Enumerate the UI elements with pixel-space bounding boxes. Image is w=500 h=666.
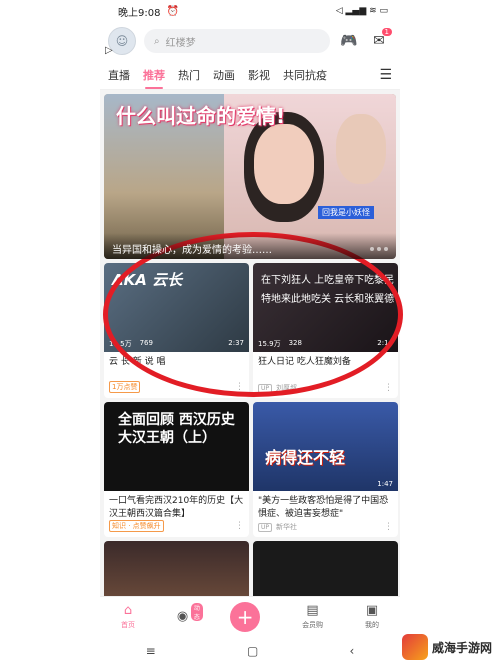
plus-icon: + [230,601,261,632]
activity-badge: 动态 [190,603,203,621]
tv-icon: ▣ [365,603,379,618]
video-thumbnail: 在下刘狂人 上吃皇帝下吃黎民 特地来此地吃关 云长和张翼德 15.9万 328 … [253,263,398,352]
tab-bar: 直播 推荐 热门 动画 影视 共同抗疫 ☰ [100,60,400,90]
video-meta: UP 刘厚叔 ⋮ [258,383,393,393]
tab-menu-icon[interactable]: ☰ [379,67,392,83]
watermark: 威海手游网 [401,634,492,660]
banner-overlay-title: 什么叫过命的爱情! [116,104,286,128]
more-icon[interactable]: ⋮ [235,382,244,392]
thumbnail-text: 全面回顾 西汉历史 大汉王朝（上） [118,412,235,446]
uploader-icon: UP [258,522,273,532]
phone-screen: 晚上9:08 ⏰ ◁ ▂▄▆ ≋ ▭ ☺ ▷ ⌕ 红楼梦 🎮 ✉ 1 直播 推荐 热… [100,0,400,666]
search-icon: ⌕ [154,35,160,47]
video-card[interactable]: 在下刘狂人 上吃皇帝下吃黎民 特地来此地吃关 云长和张翼德 15.9万 328 … [253,263,398,398]
shop-icon: ▤ [306,603,319,618]
banner-dots [370,247,388,251]
back-key-icon[interactable]: ‹ [350,644,355,658]
video-card[interactable] [253,541,398,601]
banner-face [254,124,314,204]
activity-icon: ◉ [176,609,189,624]
avatar[interactable]: ☺ ▷ [105,27,136,56]
nav-mine[interactable]: ▣ 我的 [365,603,379,630]
video-meta: 1万点赞 ⋮ [109,381,244,393]
tab-live[interactable]: 直播 [108,67,130,83]
video-stats: 11.5万 769 2:37 [109,339,244,349]
category-badge: 知识 · 点赞飙升 [109,520,164,532]
uploader-name[interactable]: 刘厚叔 [276,383,297,393]
game-controller-icon[interactable]: 🎮 [338,30,360,52]
video-stats: 15.9万 328 2:14 [258,339,393,349]
nav-shop-label: 会员购 [302,621,324,629]
video-card[interactable] [104,541,249,601]
video-grid: AKA 云长 11.5万 769 2:37 云 长 新 说 唱 1万点赞 ⋮ 在… [104,263,398,601]
thumbnail-text: 在下刘狂人 上吃皇帝下吃黎民 特地来此地吃关 云长和张翼德 [261,275,395,305]
banner-tag: 回我是小妖怪 [318,206,374,219]
bottom-nav: ⌂ 首页 ◉ 动态 + ▤ 会员购 ▣ 我的 [100,596,400,636]
video-thumbnail: AKA 云长 11.5万 769 2:37 [104,263,249,352]
video-meta: UP 新华社 ⋮ [258,522,393,532]
tab-anime[interactable]: 动画 [213,67,235,83]
nav-publish[interactable]: + [230,601,261,632]
danmaku-count: 328 [288,339,302,347]
video-title: "美方一些政客恐怕是得了中国恐惧症、被迫害妄想症" [258,496,389,519]
video-card[interactable]: 全面回顾 西汉历史 大汉王朝（上） 一口气看完西汉210年的历史【大汉王朝西汉篇… [104,402,249,537]
like-badge: 1万点赞 [109,381,141,393]
play-icon: ▷ [105,45,113,56]
banner[interactable]: 什么叫过命的爱情! 回我是小妖怪 当异国和操心，成为爱情的考验…… [104,94,396,259]
search-placeholder: 红楼梦 [165,37,196,49]
danmaku-count: 769 [139,339,153,347]
play-count: 11.5万 [109,340,132,348]
top-bar: ☺ ▷ ⌕ 红楼梦 🎮 ✉ 1 [100,22,400,60]
home-key-icon[interactable]: ▢ [247,644,258,658]
nav-home-label: 首页 [120,621,135,629]
uploader-name[interactable]: 新华社 [276,522,297,532]
video-thumbnail: 全面回顾 西汉历史 大汉王朝（上） [104,402,249,491]
video-card[interactable]: AKA 云长 11.5万 769 2:37 云 长 新 说 唱 1万点赞 ⋮ [104,263,249,398]
watermark-logo-icon [401,634,428,660]
uploader-icon: UP [258,383,273,393]
message-icon[interactable]: ✉ 1 [368,28,392,52]
home-icon: ⌂ [123,603,133,618]
menu-key-icon[interactable]: ≡ [146,644,156,658]
feed: 什么叫过命的爱情! 回我是小妖怪 当异国和操心，成为爱情的考验…… AKA 云长… [100,90,400,652]
status-icons: ◁ ▂▄▆ ≋ ▭ [335,6,388,16]
nav-home[interactable]: ⌂ 首页 [121,603,135,630]
video-title: 一口气看完西汉210年的历史【大汉王朝西汉篇合集】 [109,496,244,519]
duration: 2:14 [377,339,393,347]
video-card[interactable]: 病得还不轻 1:47 "美方一些政客恐怕是得了中国恐惧症、被迫害妄想症" UP … [253,402,398,537]
duration: 2:37 [228,339,244,347]
tab-film[interactable]: 影视 [248,67,270,83]
more-icon[interactable]: ⋮ [384,383,393,393]
tab-epidemic[interactable]: 共同抗疫 [283,67,327,83]
system-nav-bar: ≡ ▢ ‹ [100,636,400,666]
video-title: 云 长 新 说 唱 [109,357,166,367]
video-title: 狂人日记 吃人狂魔刘备 [258,357,351,367]
more-icon[interactable]: ⋮ [235,521,244,531]
banner-person [336,114,386,184]
tab-hot[interactable]: 热门 [178,67,200,83]
nav-shop[interactable]: ▤ 会员购 [302,603,323,630]
video-thumbnail: 病得还不轻 1:47 [253,402,398,491]
video-stats: 1:47 [258,480,393,488]
screenshot-frame: 晚上9:08 ⏰ ◁ ▂▄▆ ≋ ▭ ☺ ▷ ⌕ 红楼梦 🎮 ✉ 1 直播 推荐 热… [0,0,500,666]
duration: 1:47 [377,480,393,488]
message-badge: 1 [381,28,392,36]
play-count: 15.9万 [258,340,281,348]
search-input[interactable]: ⌕ 红楼梦 [144,29,330,53]
video-meta: 知识 · 点赞飙升 ⋮ [109,520,244,532]
tab-recommend[interactable]: 推荐 [143,67,165,89]
thumbnail-text: 病得还不轻 [265,448,346,467]
nav-mine-label: 我的 [364,621,379,629]
status-bar: 晚上9:08 ⏰ ◁ ▂▄▆ ≋ ▭ [100,0,400,22]
status-time: 晚上9:08 [118,7,161,19]
thumbnail-text: AKA 云长 [112,271,183,289]
banner-caption: 当异国和操心，成为爱情的考验…… [104,233,396,259]
nav-activity[interactable]: ◉ 动态 [176,603,203,624]
alarm-icon: ⏰ [166,5,179,17]
watermark-text: 威海手游网 [431,640,492,655]
more-icon[interactable]: ⋮ [384,522,393,532]
